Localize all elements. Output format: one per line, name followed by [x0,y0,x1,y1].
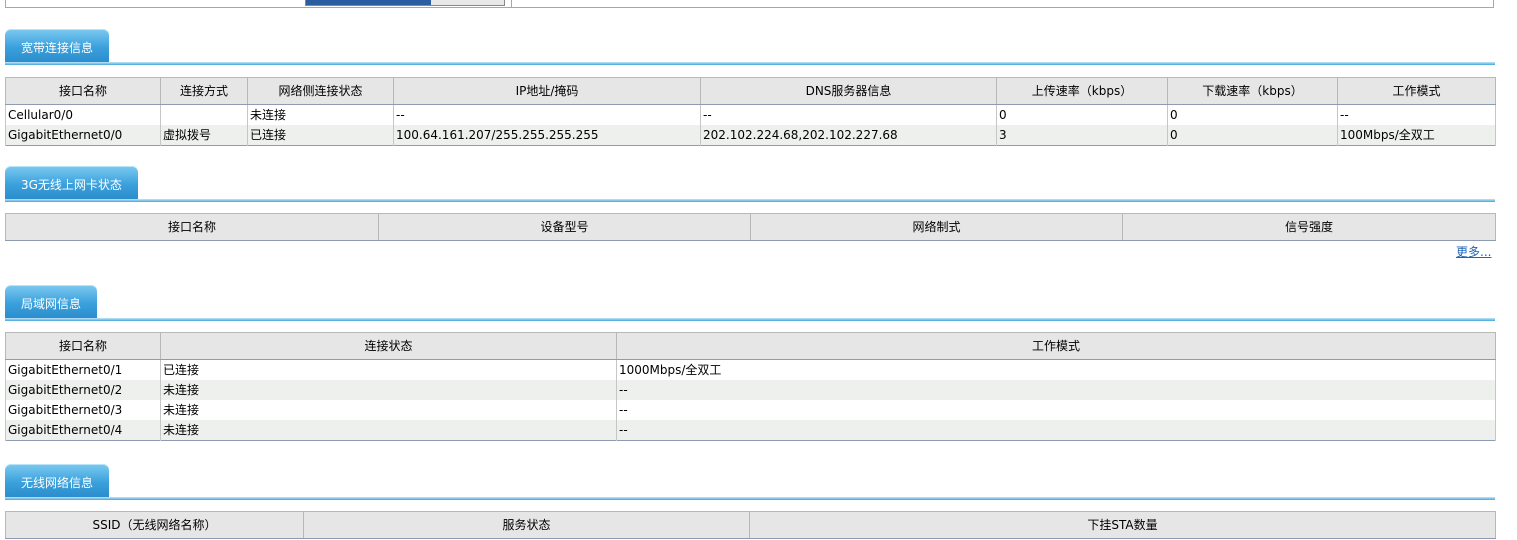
cell-download-rate: 0 [1167,104,1338,125]
wireless3g-table: 接口名称 设备型号 网络制式 信号强度 [5,213,1496,241]
column-header-sta-count: 下挂STA数量 [749,511,1496,539]
table-row: GigabitEthernet0/3 未连接 -- [5,400,1496,420]
column-header-connection-type: 连接方式 [160,77,248,105]
lan-section-title: 局域网信息 [5,285,98,319]
broadband-section-title: 宽带连接信息 [5,29,110,63]
cell-interface: GigabitEthernet0/2 [5,380,161,400]
column-header-download-rate: 下载速率（kbps） [1167,77,1338,105]
column-header-ssid: SSID（无线网络名称） [5,511,304,539]
previous-section-remnant [5,0,1494,8]
column-header-network-status: 网络侧连接状态 [247,77,394,105]
wlan-table: SSID（无线网络名称） 服务状态 下挂STA数量 [5,511,1496,539]
cell-dns: -- [700,104,997,125]
section-underline [5,199,1495,202]
cell-interface: GigabitEthernet0/3 [5,400,161,420]
column-header-interface: 接口名称 [5,332,161,360]
wireless3g-section-title: 3G无线上网卡状态 [5,166,138,200]
column-header-device-model: 设备型号 [378,213,751,241]
column-header-ip-mask: IP地址/掩码 [393,77,701,105]
section-underline [5,62,1495,65]
cell-download-rate: 0 [1167,125,1338,146]
usage-progress-bar [305,0,505,6]
cell-work-mode: -- [616,380,1496,400]
cell-work-mode: 100Mbps/全双工 [1337,125,1496,146]
table-header-row: SSID（无线网络名称） 服务状态 下挂STA数量 [5,511,1496,539]
cell-connection-type: 虚拟拨号 [160,125,248,146]
broadband-section-header: 宽带连接信息 [5,29,1495,65]
cell-connection-status: 未连接 [160,400,617,420]
table-row: GigabitEthernet0/0 虚拟拨号 已连接 100.64.161.2… [5,125,1496,146]
usage-progress-fill [306,0,431,5]
lan-table: 接口名称 连接状态 工作模式 GigabitEthernet0/1 已连接 10… [5,332,1496,441]
cell-interface: GigabitEthernet0/1 [5,359,161,380]
cell-network-status: 未连接 [247,104,394,125]
column-header-network-standard: 网络制式 [750,213,1123,241]
lan-section-header: 局域网信息 [5,285,1495,321]
section-underline [5,318,1495,321]
cell-interface: GigabitEthernet0/0 [5,125,161,146]
column-header-service-status: 服务状态 [303,511,750,539]
wireless3g-section-header: 3G无线上网卡状态 [5,166,1495,202]
table-header-row: 接口名称 设备型号 网络制式 信号强度 [5,213,1496,241]
broadband-table: 接口名称 连接方式 网络侧连接状态 IP地址/掩码 DNS服务器信息 上传速率（… [5,77,1496,146]
cell-connection-type [160,104,248,125]
cell-ip-mask: -- [393,104,701,125]
column-header-interface: 接口名称 [5,77,161,105]
column-header-dns: DNS服务器信息 [700,77,997,105]
column-header-signal-strength: 信号强度 [1122,213,1496,241]
cell-ip-mask: 100.64.161.207/255.255.255.255 [393,125,701,146]
cell-work-mode: 1000Mbps/全双工 [616,359,1496,380]
cell-upload-rate: 3 [996,125,1168,146]
cell-network-status: 已连接 [247,125,394,146]
cell-dns: 202.102.224.68,202.102.227.68 [700,125,997,146]
cell-interface: GigabitEthernet0/4 [5,420,161,441]
table-row: Cellular0/0 未连接 -- -- 0 0 -- [5,104,1496,125]
cell-connection-status: 已连接 [160,359,617,380]
column-header-interface: 接口名称 [5,213,379,241]
column-header-work-mode: 工作模式 [1337,77,1496,105]
column-header-connection-status: 连接状态 [160,332,617,360]
column-header-upload-rate: 上传速率（kbps） [996,77,1168,105]
cell-connection-status: 未连接 [160,420,617,441]
table-row: GigabitEthernet0/2 未连接 -- [5,380,1496,400]
cell-work-mode: -- [616,400,1496,420]
table-row: GigabitEthernet0/1 已连接 1000Mbps/全双工 [5,359,1496,380]
cell-work-mode: -- [616,420,1496,441]
cell-upload-rate: 0 [996,104,1168,125]
table-row: GigabitEthernet0/4 未连接 -- [5,420,1496,441]
table-header-row: 接口名称 连接方式 网络侧连接状态 IP地址/掩码 DNS服务器信息 上传速率（… [5,77,1496,105]
section-underline [5,497,1495,500]
more-link[interactable]: 更多... [1456,243,1491,260]
cell-interface: Cellular0/0 [5,104,161,125]
column-header-work-mode: 工作模式 [616,332,1496,360]
column-divider [511,0,512,8]
table-header-row: 接口名称 连接状态 工作模式 [5,332,1496,360]
wlan-section-title: 无线网络信息 [5,464,110,498]
cell-work-mode: -- [1337,104,1496,125]
cell-connection-status: 未连接 [160,380,617,400]
wlan-section-header: 无线网络信息 [5,464,1495,500]
